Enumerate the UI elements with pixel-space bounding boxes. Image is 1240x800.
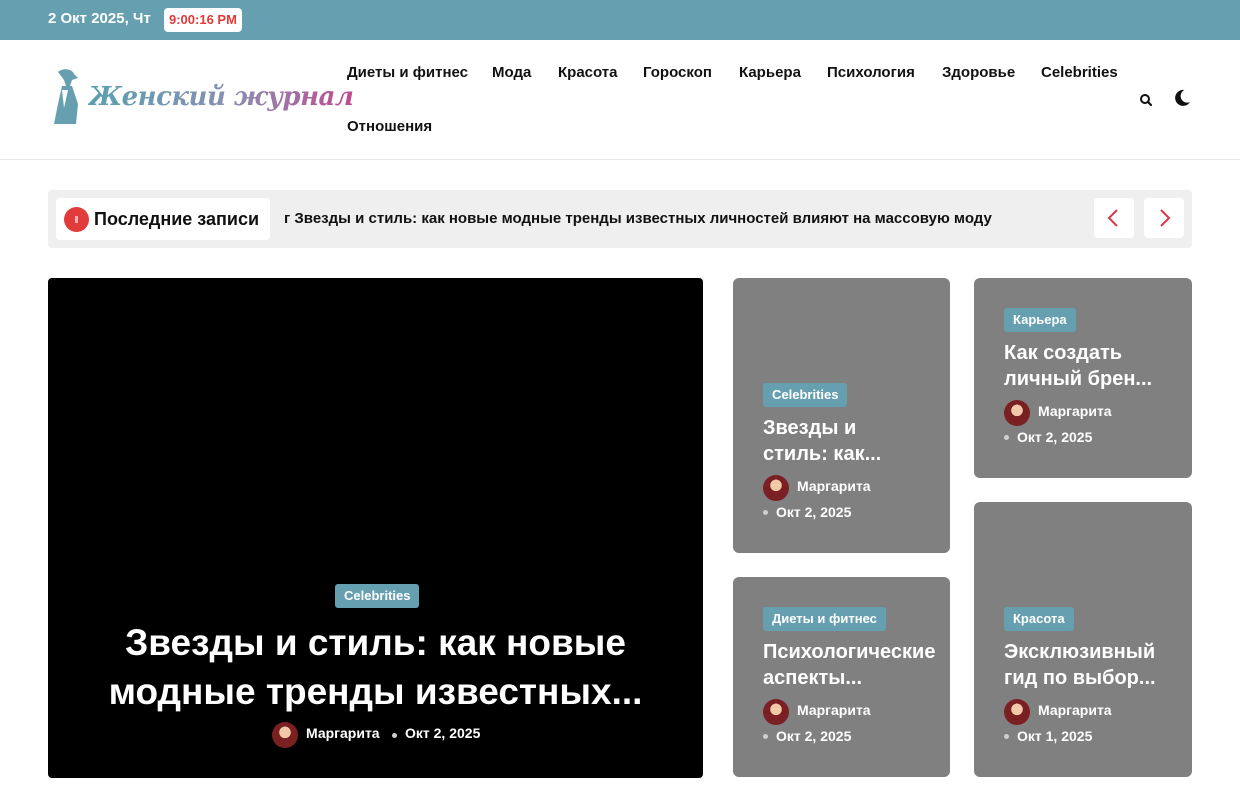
ticker-prev-button[interactable]: [1094, 198, 1134, 238]
chevron-left-icon: [1107, 209, 1118, 227]
dark-mode-toggle[interactable]: [1172, 88, 1192, 108]
nav-item-horoscope[interactable]: Гороскоп: [643, 64, 712, 81]
nav-item-career[interactable]: Карьера: [739, 64, 801, 81]
post-card[interactable]: Диеты и фитнес Психологические аспекты..…: [733, 577, 950, 777]
category-badge[interactable]: Красота: [1004, 607, 1074, 631]
site-header: Женский журнал Диеты и фитнес Мода Красо…: [0, 40, 1240, 160]
post-title[interactable]: Как создать личный брен...: [1004, 340, 1164, 392]
post-card[interactable]: Карьера Как создать личный брен... Марга…: [974, 278, 1192, 478]
post-date: Окт 2, 2025: [776, 504, 852, 520]
nav-item-diets[interactable]: Диеты и фитнес: [347, 64, 468, 81]
author-avatar[interactable]: [1004, 400, 1030, 426]
category-badge[interactable]: Карьера: [1004, 308, 1076, 332]
current-time: 9:00:16 PM: [164, 8, 242, 32]
post-card[interactable]: Celebrities Звезды и стиль: как... Марга…: [733, 278, 950, 553]
live-indicator-icon: [64, 207, 89, 232]
author-name[interactable]: Маргарита: [1038, 403, 1112, 419]
ticker-headline[interactable]: г Звезды и стиль: как новые модные тренд…: [284, 210, 1084, 227]
meta-separator: [763, 510, 768, 515]
post-title[interactable]: Эксклюзивный гид по выбор...: [1004, 639, 1164, 691]
featured-post[interactable]: Celebrities Звезды и стиль: как новые мо…: [48, 278, 703, 778]
post-date: Окт 1, 2025: [1017, 728, 1093, 744]
nav-item-psychology[interactable]: Психология: [827, 64, 915, 81]
nav-item-celebrities[interactable]: Celebrities: [1041, 64, 1118, 81]
meta-separator: [1004, 734, 1009, 739]
ticker-label: Последние записи: [94, 209, 260, 229]
current-date: 2 Окт 2025, Чт: [48, 10, 151, 27]
post-title[interactable]: Психологические аспекты...: [763, 639, 935, 691]
category-badge[interactable]: Celebrities: [763, 383, 848, 407]
nav-item-relationships[interactable]: Отношения: [347, 118, 432, 135]
site-logo[interactable]: Женский журнал: [52, 68, 354, 128]
top-bar: 2 Окт 2025, Чт 9:00:16 PM: [0, 0, 1240, 40]
chevron-right-icon: [1160, 209, 1171, 227]
author-avatar[interactable]: [1004, 699, 1030, 725]
meta-separator: [392, 733, 397, 738]
search-icon: [1140, 94, 1153, 107]
post-title[interactable]: Звезды и стиль: как...: [763, 415, 923, 467]
author-name[interactable]: Маргарита: [306, 725, 380, 741]
author-name[interactable]: Маргарита: [797, 478, 871, 494]
logo-figure-icon: [54, 69, 78, 124]
post-date: Окт 2, 2025: [1017, 429, 1093, 445]
post-meta: Маргарита Окт 2, 2025: [272, 722, 532, 748]
category-badge[interactable]: Celebrities: [335, 584, 420, 608]
post-card[interactable]: Красота Эксклюзивный гид по выбор... Мар…: [974, 502, 1192, 777]
author-name[interactable]: Маргарита: [797, 702, 871, 718]
meta-separator: [1004, 435, 1009, 440]
author-avatar[interactable]: [272, 722, 298, 748]
author-avatar[interactable]: [763, 475, 789, 501]
nav-item-fashion[interactable]: Мода: [492, 64, 531, 81]
category-badge[interactable]: Диеты и фитнес: [763, 607, 886, 631]
author-avatar[interactable]: [763, 699, 789, 725]
post-date: Окт 2, 2025: [405, 725, 481, 741]
latest-posts-ticker: Последние записи г Звезды и стиль: как н…: [48, 190, 1192, 248]
post-date: Окт 2, 2025: [776, 728, 852, 744]
nav-item-health[interactable]: Здоровье: [942, 64, 1015, 81]
search-button[interactable]: [1138, 91, 1154, 109]
ticker-label-box: Последние записи: [56, 198, 270, 240]
moon-icon: [1175, 89, 1190, 106]
author-name[interactable]: Маргарита: [1038, 702, 1112, 718]
ticker-next-button[interactable]: [1144, 198, 1184, 238]
nav-item-beauty[interactable]: Красота: [558, 64, 617, 81]
post-title[interactable]: Звезды и стиль: как новые модные тренды …: [88, 618, 663, 716]
logo-text: Женский журнал: [88, 82, 354, 112]
meta-separator: [763, 734, 768, 739]
